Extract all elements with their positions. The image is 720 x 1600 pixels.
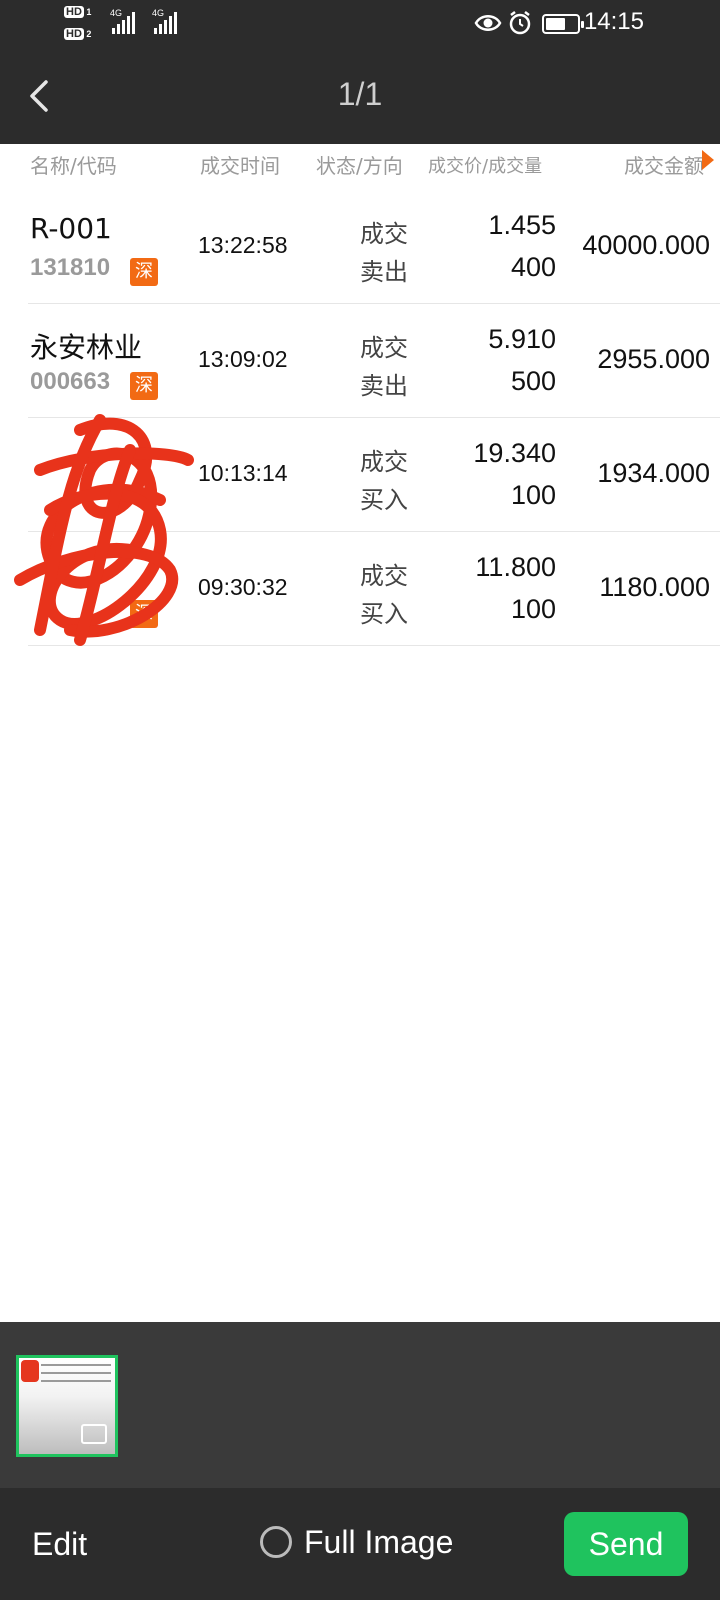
- trade-time: 13:22:58: [198, 232, 288, 258]
- status-time: 14:15: [583, 8, 644, 35]
- trade-time: 10:13:14: [198, 460, 288, 486]
- send-button[interactable]: Send: [564, 1512, 688, 1576]
- image-tray: [0, 1322, 720, 1488]
- trade-status: 成交: [360, 448, 408, 476]
- stock-name: R-001: [30, 212, 112, 245]
- trade-quantity: 400: [510, 252, 556, 282]
- thumbnail-scribble: [21, 1360, 39, 1382]
- trade-status: 成交: [360, 334, 408, 362]
- hd-indicator-2: HD 2: [64, 28, 92, 40]
- column-header-time: 成交时间: [200, 154, 280, 178]
- trade-price: 19.340: [473, 438, 556, 468]
- scroll-right-arrow-icon[interactable]: [702, 150, 714, 170]
- bottom-action-bar: Edit Full Image Send: [0, 1488, 720, 1600]
- edit-button[interactable]: Edit: [32, 1526, 87, 1563]
- trade-time: 09:30:32: [198, 574, 288, 600]
- thumbnail-content: [41, 1364, 111, 1394]
- stock-code: 000663: [30, 368, 111, 395]
- eye-icon: [474, 12, 502, 38]
- alarm-icon: [508, 10, 532, 40]
- trade-time: 13:09:02: [198, 346, 288, 372]
- stock-code: 131810: [30, 254, 111, 281]
- image-thumbnail[interactable]: [16, 1355, 118, 1457]
- radio-unchecked-icon[interactable]: [260, 1526, 292, 1558]
- trade-price: 11.800: [475, 552, 556, 582]
- signal-group: HD 1 HD 2 4G 4G: [64, 6, 194, 40]
- nav-bar: 1/1: [0, 48, 720, 144]
- trade-price: 5.910: [488, 324, 556, 354]
- trade-status: 成交: [360, 562, 408, 590]
- image-icon: [81, 1424, 107, 1444]
- trade-price: 1.455: [488, 210, 556, 240]
- trade-direction: 卖出: [360, 372, 408, 400]
- signal-icon-2: 4G: [152, 8, 177, 34]
- stock-name: 永安林业: [30, 331, 143, 364]
- trade-direction: 买入: [360, 486, 408, 514]
- table-header: 名称/代码 成交时间 状态/方向 成交价/成交量 成交金额: [0, 144, 720, 188]
- trade-quantity: 100: [510, 480, 556, 510]
- trade-amount: 1934.000: [597, 458, 710, 488]
- trade-quantity: 500: [510, 366, 556, 396]
- trade-amount: 1180.000: [599, 572, 710, 602]
- column-header-amount: 成交金额: [624, 154, 704, 178]
- market-badge: 深: [130, 258, 158, 286]
- trade-status: 成交: [360, 220, 408, 248]
- trade-direction: 买入: [360, 600, 408, 628]
- column-header-price-qty: 成交价/成交量: [428, 156, 543, 177]
- trade-direction: 卖出: [360, 258, 408, 286]
- page-title: 1/1: [337, 76, 383, 112]
- trade-amount: 2955.000: [597, 344, 710, 374]
- status-bar: HD 1 HD 2 4G 4G 14:15: [0, 0, 720, 48]
- signal-icon-1: 4G: [110, 8, 135, 34]
- full-image-label: Full Image: [304, 1523, 454, 1560]
- redaction-scribble: [14, 414, 194, 646]
- table-row[interactable]: 永安林业 000663 深 13:09:02 成交 卖出 5.910 500 2…: [0, 304, 720, 418]
- trade-amount: 40000.000: [582, 230, 710, 260]
- battery-icon: [542, 14, 584, 34]
- table-row[interactable]: R-001 131810 深 13:22:58 成交 卖出 1.455 400 …: [0, 190, 720, 304]
- column-header-status: 状态/方向: [316, 154, 403, 178]
- column-header-name: 名称/代码: [30, 154, 117, 178]
- market-badge: 深: [130, 372, 158, 400]
- trade-quantity: 100: [510, 594, 556, 624]
- hd-indicator-1: HD 1: [64, 6, 92, 18]
- full-image-toggle[interactable]: Full Image: [260, 1522, 453, 1562]
